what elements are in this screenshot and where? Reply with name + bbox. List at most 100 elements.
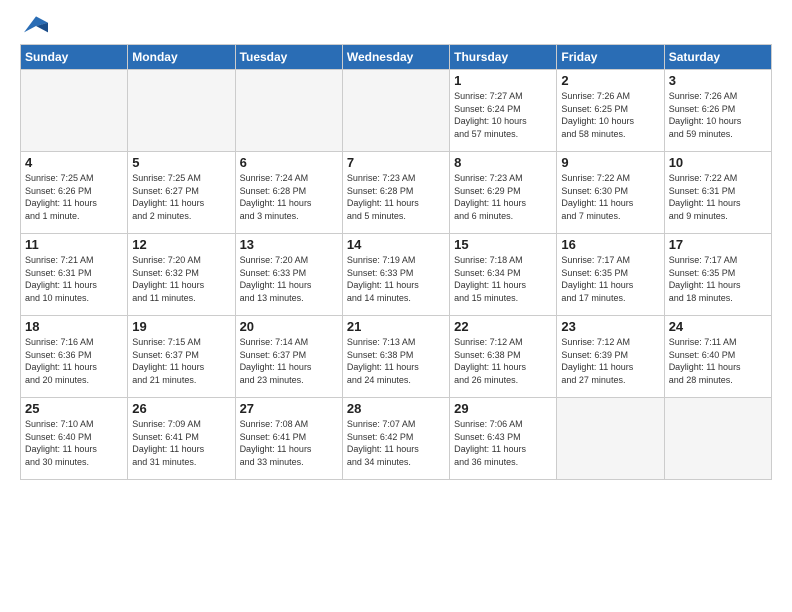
day-info: Sunrise: 7:20 AM Sunset: 6:32 PM Dayligh… xyxy=(132,254,230,304)
calendar-week-row: 25 Sunrise: 7:10 AM Sunset: 6:40 PM Dayli… xyxy=(21,398,772,480)
day-number: 28 xyxy=(347,401,445,416)
day-info: Sunrise: 7:21 AM Sunset: 6:31 PM Dayligh… xyxy=(25,254,123,304)
day-number: 11 xyxy=(25,237,123,252)
day-info: Sunrise: 7:25 AM Sunset: 6:26 PM Dayligh… xyxy=(25,172,123,222)
day-number: 3 xyxy=(669,73,767,88)
day-info: Sunrise: 7:11 AM Sunset: 6:40 PM Dayligh… xyxy=(669,336,767,386)
day-number: 18 xyxy=(25,319,123,334)
calendar-header-wednesday: Wednesday xyxy=(342,45,449,70)
day-info: Sunrise: 7:07 AM Sunset: 6:42 PM Dayligh… xyxy=(347,418,445,468)
calendar-cell xyxy=(128,70,235,152)
calendar-cell: 19 Sunrise: 7:15 AM Sunset: 6:37 PM Dayli… xyxy=(128,316,235,398)
page: SundayMondayTuesdayWednesdayThursdayFrid… xyxy=(0,0,792,612)
calendar-cell: 22 Sunrise: 7:12 AM Sunset: 6:38 PM Dayli… xyxy=(450,316,557,398)
calendar-cell: 12 Sunrise: 7:20 AM Sunset: 6:32 PM Dayli… xyxy=(128,234,235,316)
calendar-cell: 6Sunrise: 7:24 AM Sunset: 6:28 PM Daylig… xyxy=(235,152,342,234)
day-number: 21 xyxy=(347,319,445,334)
logo-bird-icon xyxy=(24,16,48,36)
day-number: 19 xyxy=(132,319,230,334)
calendar-cell: 21 Sunrise: 7:13 AM Sunset: 6:38 PM Dayli… xyxy=(342,316,449,398)
calendar-cell: 3 Sunrise: 7:26 AM Sunset: 6:26 PM Daylig… xyxy=(664,70,771,152)
day-number: 6 xyxy=(240,155,338,170)
calendar-cell: 23Sunrise: 7:12 AM Sunset: 6:39 PM Dayli… xyxy=(557,316,664,398)
calendar: SundayMondayTuesdayWednesdayThursdayFrid… xyxy=(20,44,772,480)
calendar-cell: 2 Sunrise: 7:26 AM Sunset: 6:25 PM Daylig… xyxy=(557,70,664,152)
day-info: Sunrise: 7:25 AM Sunset: 6:27 PM Dayligh… xyxy=(132,172,230,222)
day-info: Sunrise: 7:23 AM Sunset: 6:29 PM Dayligh… xyxy=(454,172,552,222)
day-info: Sunrise: 7:09 AM Sunset: 6:41 PM Dayligh… xyxy=(132,418,230,468)
day-info: Sunrise: 7:10 AM Sunset: 6:40 PM Dayligh… xyxy=(25,418,123,468)
day-info: Sunrise: 7:14 AM Sunset: 6:37 PM Dayligh… xyxy=(240,336,338,386)
calendar-cell xyxy=(557,398,664,480)
day-number: 12 xyxy=(132,237,230,252)
day-info: Sunrise: 7:15 AM Sunset: 6:37 PM Dayligh… xyxy=(132,336,230,386)
calendar-week-row: 4 Sunrise: 7:25 AM Sunset: 6:26 PM Daylig… xyxy=(21,152,772,234)
day-number: 4 xyxy=(25,155,123,170)
calendar-header-tuesday: Tuesday xyxy=(235,45,342,70)
calendar-cell: 15Sunrise: 7:18 AM Sunset: 6:34 PM Dayli… xyxy=(450,234,557,316)
calendar-header-saturday: Saturday xyxy=(664,45,771,70)
day-info: Sunrise: 7:22 AM Sunset: 6:31 PM Dayligh… xyxy=(669,172,767,222)
day-number: 2 xyxy=(561,73,659,88)
calendar-cell xyxy=(342,70,449,152)
calendar-cell: 26 Sunrise: 7:09 AM Sunset: 6:41 PM Dayli… xyxy=(128,398,235,480)
day-number: 13 xyxy=(240,237,338,252)
calendar-cell: 9Sunrise: 7:22 AM Sunset: 6:30 PM Daylig… xyxy=(557,152,664,234)
calendar-header-friday: Friday xyxy=(557,45,664,70)
day-info: Sunrise: 7:27 AM Sunset: 6:24 PM Dayligh… xyxy=(454,90,552,140)
day-info: Sunrise: 7:17 AM Sunset: 6:35 PM Dayligh… xyxy=(561,254,659,304)
day-number: 7 xyxy=(347,155,445,170)
day-number: 20 xyxy=(240,319,338,334)
calendar-cell: 27Sunrise: 7:08 AM Sunset: 6:41 PM Dayli… xyxy=(235,398,342,480)
calendar-cell: 1 Sunrise: 7:27 AM Sunset: 6:24 PM Daylig… xyxy=(450,70,557,152)
day-info: Sunrise: 7:12 AM Sunset: 6:39 PM Dayligh… xyxy=(561,336,659,386)
logo xyxy=(20,16,48,36)
calendar-header-monday: Monday xyxy=(128,45,235,70)
day-number: 10 xyxy=(669,155,767,170)
calendar-week-row: 11 Sunrise: 7:21 AM Sunset: 6:31 PM Dayli… xyxy=(21,234,772,316)
day-number: 25 xyxy=(25,401,123,416)
calendar-cell: 5 Sunrise: 7:25 AM Sunset: 6:27 PM Daylig… xyxy=(128,152,235,234)
day-info: Sunrise: 7:08 AM Sunset: 6:41 PM Dayligh… xyxy=(240,418,338,468)
calendar-week-row: 1 Sunrise: 7:27 AM Sunset: 6:24 PM Daylig… xyxy=(21,70,772,152)
day-number: 14 xyxy=(347,237,445,252)
day-number: 22 xyxy=(454,319,552,334)
day-info: Sunrise: 7:26 AM Sunset: 6:25 PM Dayligh… xyxy=(561,90,659,140)
day-number: 26 xyxy=(132,401,230,416)
calendar-header-sunday: Sunday xyxy=(21,45,128,70)
calendar-cell: 13 Sunrise: 7:20 AM Sunset: 6:33 PM Dayli… xyxy=(235,234,342,316)
day-info: Sunrise: 7:26 AM Sunset: 6:26 PM Dayligh… xyxy=(669,90,767,140)
day-info: Sunrise: 7:12 AM Sunset: 6:38 PM Dayligh… xyxy=(454,336,552,386)
calendar-cell: 17Sunrise: 7:17 AM Sunset: 6:35 PM Dayli… xyxy=(664,234,771,316)
calendar-cell: 11 Sunrise: 7:21 AM Sunset: 6:31 PM Dayli… xyxy=(21,234,128,316)
calendar-cell: 14Sunrise: 7:19 AM Sunset: 6:33 PM Dayli… xyxy=(342,234,449,316)
calendar-cell xyxy=(21,70,128,152)
day-number: 5 xyxy=(132,155,230,170)
calendar-week-row: 18 Sunrise: 7:16 AM Sunset: 6:36 PM Dayli… xyxy=(21,316,772,398)
day-number: 16 xyxy=(561,237,659,252)
calendar-cell: 24 Sunrise: 7:11 AM Sunset: 6:40 PM Dayli… xyxy=(664,316,771,398)
day-info: Sunrise: 7:20 AM Sunset: 6:33 PM Dayligh… xyxy=(240,254,338,304)
day-number: 24 xyxy=(669,319,767,334)
day-number: 29 xyxy=(454,401,552,416)
day-info: Sunrise: 7:13 AM Sunset: 6:38 PM Dayligh… xyxy=(347,336,445,386)
day-number: 8 xyxy=(454,155,552,170)
calendar-cell: 7 Sunrise: 7:23 AM Sunset: 6:28 PM Daylig… xyxy=(342,152,449,234)
day-info: Sunrise: 7:16 AM Sunset: 6:36 PM Dayligh… xyxy=(25,336,123,386)
calendar-cell: 4 Sunrise: 7:25 AM Sunset: 6:26 PM Daylig… xyxy=(21,152,128,234)
calendar-cell: 8 Sunrise: 7:23 AM Sunset: 6:29 PM Daylig… xyxy=(450,152,557,234)
calendar-cell xyxy=(664,398,771,480)
calendar-cell xyxy=(235,70,342,152)
calendar-cell: 29Sunrise: 7:06 AM Sunset: 6:43 PM Dayli… xyxy=(450,398,557,480)
day-info: Sunrise: 7:23 AM Sunset: 6:28 PM Dayligh… xyxy=(347,172,445,222)
day-number: 17 xyxy=(669,237,767,252)
header xyxy=(20,16,772,36)
calendar-header-thursday: Thursday xyxy=(450,45,557,70)
day-number: 1 xyxy=(454,73,552,88)
calendar-cell: 18 Sunrise: 7:16 AM Sunset: 6:36 PM Dayli… xyxy=(21,316,128,398)
calendar-cell: 25 Sunrise: 7:10 AM Sunset: 6:40 PM Dayli… xyxy=(21,398,128,480)
calendar-cell: 20 Sunrise: 7:14 AM Sunset: 6:37 PM Dayli… xyxy=(235,316,342,398)
calendar-cell: 28 Sunrise: 7:07 AM Sunset: 6:42 PM Dayli… xyxy=(342,398,449,480)
day-number: 9 xyxy=(561,155,659,170)
day-info: Sunrise: 7:18 AM Sunset: 6:34 PM Dayligh… xyxy=(454,254,552,304)
